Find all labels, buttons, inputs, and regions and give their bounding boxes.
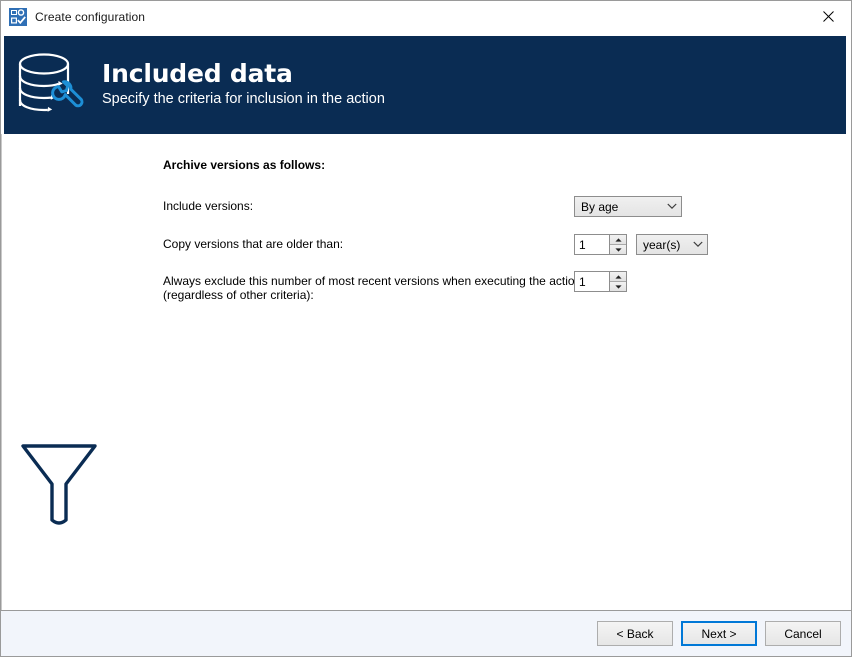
exclude-recent-stepper-buttons [609,272,626,291]
banner-text: Included data Specify the criteria for i… [102,61,385,109]
dialog-content: Archive versions as follows: Include ver… [1,134,851,610]
caret-up-icon [615,275,622,279]
label-include-versions: Include versions: [163,199,583,213]
window-title: Create configuration [35,10,145,24]
database-wrench-icon [12,49,88,121]
back-button[interactable]: < Back [597,621,673,646]
exclude-recent-decrement-button[interactable] [610,281,626,291]
included-data-form: Archive versions as follows: Include ver… [163,158,723,313]
older-than-stepper-buttons [609,235,626,254]
chevron-down-icon [663,203,681,210]
label-exclude-recent: Always exclude this number of most recen… [163,274,583,302]
label-older-than: Copy versions that are older than: [163,237,583,251]
older-than-stepper[interactable] [574,234,627,255]
field-row-exclude-recent: Always exclude this number of most recen… [163,271,723,305]
caret-down-icon [615,285,622,289]
app-config-icon [9,8,27,26]
exclude-recent-increment-button[interactable] [610,272,626,281]
banner-subtitle: Specify the criteria for inclusion in th… [102,90,385,109]
include-versions-select[interactable]: By age [574,196,682,217]
field-row-include-versions: Include versions: By age [163,196,723,222]
section-heading: Archive versions as follows: [163,158,723,172]
older-than-unit-select[interactable]: year(s) [636,234,708,255]
next-button[interactable]: Next > [681,621,757,646]
exclude-recent-input[interactable] [575,272,609,291]
chevron-down-icon [689,241,707,248]
controls-older-than: year(s) [574,234,708,255]
cancel-button[interactable]: Cancel [765,621,841,646]
older-than-decrement-button[interactable] [610,244,626,254]
older-than-unit-value: year(s) [637,238,689,252]
exclude-recent-stepper[interactable] [574,271,627,292]
include-versions-value: By age [575,200,663,214]
caret-up-icon [615,238,622,242]
field-row-older-than: Copy versions that are older than: [163,234,723,260]
controls-exclude-recent [574,271,627,292]
controls-include-versions: By age [574,196,682,217]
funnel-icon [18,438,100,528]
create-configuration-dialog: Create configuration [0,0,852,657]
close-icon [823,11,834,22]
dialog-footer: < Back Next > Cancel [1,610,851,656]
title-bar: Create configuration [1,1,851,33]
caret-down-icon [615,248,622,252]
older-than-input[interactable] [575,235,609,254]
close-button[interactable] [805,2,851,32]
page-banner: Included data Specify the criteria for i… [4,36,846,134]
banner-wrapper: Included data Specify the criteria for i… [1,33,851,134]
older-than-increment-button[interactable] [610,235,626,244]
banner-title: Included data [102,61,385,87]
